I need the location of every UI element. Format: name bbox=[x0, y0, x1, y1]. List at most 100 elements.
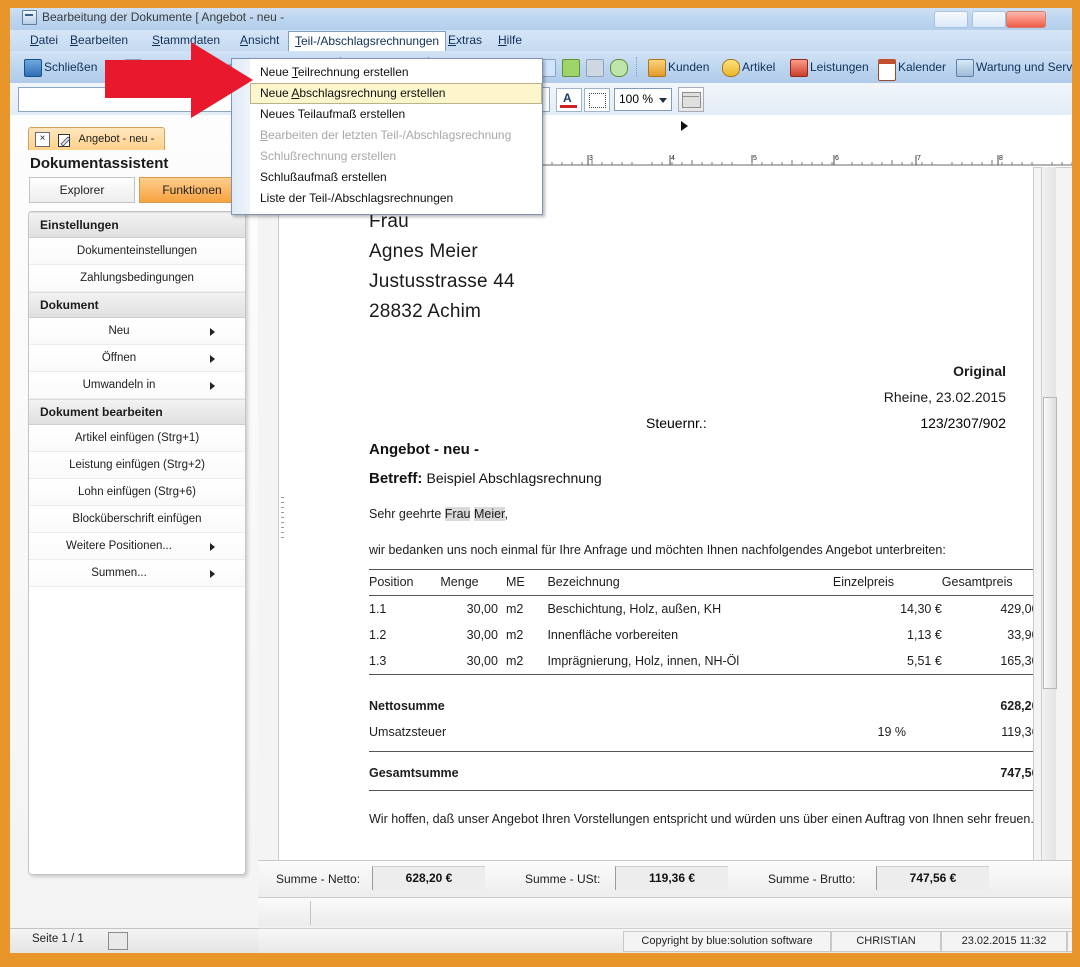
services-icon bbox=[790, 59, 808, 77]
total-label-ust: Umsatzsteuer bbox=[369, 719, 459, 752]
sidebar-item-lohn-einfuegen[interactable]: Lohn einfügen (Strg+6) bbox=[29, 479, 245, 506]
menu-teil-abschlagsrechnungen[interactable]: Teil-/Abschlagsrechnungen bbox=[288, 31, 447, 51]
menu-bar: DDateiatei Bearbeiten Stammdaten Ansicht… bbox=[10, 30, 1072, 52]
sidebar-item-leistung-einfuegen[interactable]: Leistung einfügen (Strg+2) bbox=[29, 452, 245, 479]
close-button[interactable] bbox=[1006, 11, 1046, 28]
grid-icon[interactable] bbox=[678, 87, 704, 112]
table-row[interactable]: 1.3 30,00 m2 Imprägnierung, Holz, innen,… bbox=[369, 648, 1033, 675]
sum-ust-value: 119,36 € bbox=[615, 866, 728, 890]
page-fit-icon[interactable] bbox=[108, 932, 128, 950]
svg-text:5: 5 bbox=[753, 155, 757, 162]
quick-leistungen-button[interactable]: Leistungen bbox=[788, 56, 869, 78]
status-user: CHRISTIAN bbox=[831, 931, 941, 952]
sidebar-item-blockueberschrift[interactable]: Blocküberschrift einfügen bbox=[29, 506, 245, 533]
menu-item-schlussaufmass[interactable]: Schlußaufmaß erstellen bbox=[251, 167, 541, 188]
menu-ansicht[interactable]: Ansicht bbox=[234, 32, 285, 49]
col-bezeichnung: Bezeichnung bbox=[547, 569, 833, 596]
cell-me: m2 bbox=[505, 628, 524, 642]
document-tab[interactable]: × Angebot - neu - bbox=[28, 127, 166, 150]
sidebar-item-weitere-positionen[interactable]: Weitere Positionen... bbox=[29, 533, 245, 560]
menu-item-neue-abschlagsrechnung[interactable]: Neue Abschlagsrechnung erstellen bbox=[250, 83, 542, 104]
document-page[interactable]: Frau Agnes Meier Justusstrasse 44 28832 … bbox=[278, 167, 1034, 861]
menu-stammdaten[interactable]: Stammdaten bbox=[146, 32, 226, 49]
salutation-suffix: , bbox=[504, 507, 509, 521]
table-row[interactable]: 1.2 30,00 m2 Innenfläche vorbereiten 1,1… bbox=[369, 622, 1033, 648]
chevron-down-icon bbox=[659, 98, 667, 103]
recipient-line-4: 28832 Achim bbox=[369, 301, 482, 322]
import-arrow-icon[interactable] bbox=[562, 59, 580, 77]
cell-menge: 30,00 bbox=[466, 628, 498, 642]
sidebar-item-summen[interactable]: Summen... bbox=[29, 560, 245, 587]
sidebar-item-dokumenteinstellungen[interactable]: Dokumenteinstellungen bbox=[29, 238, 245, 265]
menu-hilfe[interactable]: Hilfe bbox=[492, 32, 528, 49]
subject-label: Betreff: bbox=[369, 470, 423, 487]
title-bar: Bearbeitung der Dokumente [ Angebot - ne… bbox=[10, 8, 1072, 31]
sidebar-item-label: Summen... bbox=[91, 567, 147, 579]
chevron-right-icon bbox=[210, 570, 215, 578]
menu-extras[interactable]: Extras bbox=[442, 32, 488, 49]
font-color-icon[interactable]: A bbox=[556, 88, 582, 112]
quick-kunden-button[interactable]: Kunden bbox=[646, 56, 709, 78]
tab-explorer[interactable]: Explorer bbox=[29, 177, 135, 203]
close-document-label: Schließen bbox=[44, 60, 98, 74]
new-document-button[interactable]: Neues Dokument bbox=[122, 56, 237, 78]
minimize-button[interactable] bbox=[934, 11, 968, 28]
globe-icon[interactable] bbox=[610, 59, 628, 77]
sidebar-status-bar: Seite 1 / 1 bbox=[10, 928, 258, 953]
quick-artikel-button[interactable]: Artikel bbox=[720, 56, 775, 78]
bottom-segment-1 bbox=[310, 901, 431, 925]
vertical-scrollbar[interactable] bbox=[1041, 167, 1057, 861]
scrollbar-thumb[interactable] bbox=[1043, 397, 1057, 689]
sidebar-item-oeffnen[interactable]: Öffnen bbox=[29, 345, 245, 372]
cell-me: m2 bbox=[497, 648, 548, 675]
close-door-icon bbox=[24, 59, 42, 77]
quick-leistungen-label: Leistungen bbox=[810, 60, 869, 74]
zoom-select[interactable]: 100 % bbox=[614, 88, 672, 111]
col-einzelpreis: Einzelpreis bbox=[832, 569, 942, 596]
sum-netto-label: Summe - Netto: bbox=[276, 872, 361, 886]
chevron-right-icon bbox=[210, 328, 215, 336]
tab-funktionen[interactable]: Funktionen bbox=[139, 177, 245, 203]
chevron-right-icon bbox=[210, 355, 215, 363]
table-row[interactable]: 1.1 30,00 m2 Beschichtung, Holz, außen, … bbox=[369, 596, 1033, 623]
sidebar-item-zahlungsbedingungen[interactable]: Zahlungsbedingungen bbox=[29, 265, 245, 292]
maximize-button[interactable] bbox=[972, 11, 1006, 28]
menu-item-neues-teilaufmass[interactable]: Neues Teilaufmaß erstellen bbox=[251, 104, 541, 125]
sidebar-item-umwandeln-in[interactable]: Umwandeln in bbox=[29, 372, 245, 399]
table-icon[interactable] bbox=[584, 88, 610, 112]
quick-wartung-label: Wartung und Service bbox=[976, 60, 1072, 74]
quick-wartung-button[interactable]: Wartung und Service bbox=[954, 56, 1072, 78]
intro-paragraph: wir bedanken uns noch einmal für Ihre An… bbox=[369, 543, 946, 557]
application-window: Bearbeitung der Dokumente [ Angebot - ne… bbox=[10, 8, 1072, 953]
total-value-gesamt: 747,56 € bbox=[942, 751, 1033, 791]
subject-value: Beispiel Abschlagsrechnung bbox=[426, 470, 602, 486]
salutation-name-1: Frau bbox=[444, 507, 471, 521]
cell-bezeichnung: Beschichtung, Holz, außen, KH bbox=[547, 602, 722, 616]
close-tab-icon[interactable]: × bbox=[35, 131, 50, 147]
sidebar-item-neu[interactable]: Neu bbox=[29, 318, 245, 345]
document-tab-label: Angebot - neu - bbox=[78, 133, 155, 145]
menu-item-neue-teilrechnung[interactable]: Neue Teilrechnung erstellen bbox=[251, 62, 541, 83]
salutation: Sehr geehrte Frau Meier, bbox=[369, 507, 508, 521]
close-document-button[interactable]: Schließen bbox=[22, 56, 97, 78]
cell-einzelpreis: 14,30 € bbox=[900, 602, 942, 616]
menu-datei[interactable]: DDateiatei bbox=[24, 32, 64, 49]
sidebar-item-artikel-einfuegen[interactable]: Artikel einfügen (Strg+1) bbox=[29, 425, 245, 452]
menu-bearbeiten[interactable]: Bearbeiten bbox=[64, 32, 134, 49]
page-title: Dokumentassistent bbox=[30, 155, 169, 172]
archive-icon[interactable] bbox=[586, 59, 604, 77]
total-rate-gesamt bbox=[832, 751, 943, 791]
cell-position: 1.3 bbox=[369, 648, 441, 675]
sidebar-item-label: Weitere Positionen... bbox=[66, 540, 172, 552]
maintenance-icon bbox=[956, 59, 974, 77]
cell-gesamtpreis: 165,30 € bbox=[941, 648, 1033, 675]
menu-item-liste[interactable]: Liste der Teil-/Abschlagsrechnungen bbox=[251, 188, 541, 209]
window-title: Bearbeitung der Dokumente [ Angebot - ne… bbox=[42, 10, 285, 24]
group-header-einstellungen: Einstellungen bbox=[29, 212, 245, 238]
total-value-ust: 119,36 € bbox=[942, 719, 1033, 752]
total-row-gesamt: Gesamtsumme 747,56 € bbox=[369, 751, 1033, 791]
sidebar-item-label: Neu bbox=[108, 325, 130, 337]
svg-text:8: 8 bbox=[999, 155, 1003, 162]
quick-kalender-button[interactable]: Kalender bbox=[876, 56, 946, 81]
menu-item-bearbeiten-letzte: Bearbeiten der letzten Teil-/Abschlagsre… bbox=[260, 128, 512, 142]
